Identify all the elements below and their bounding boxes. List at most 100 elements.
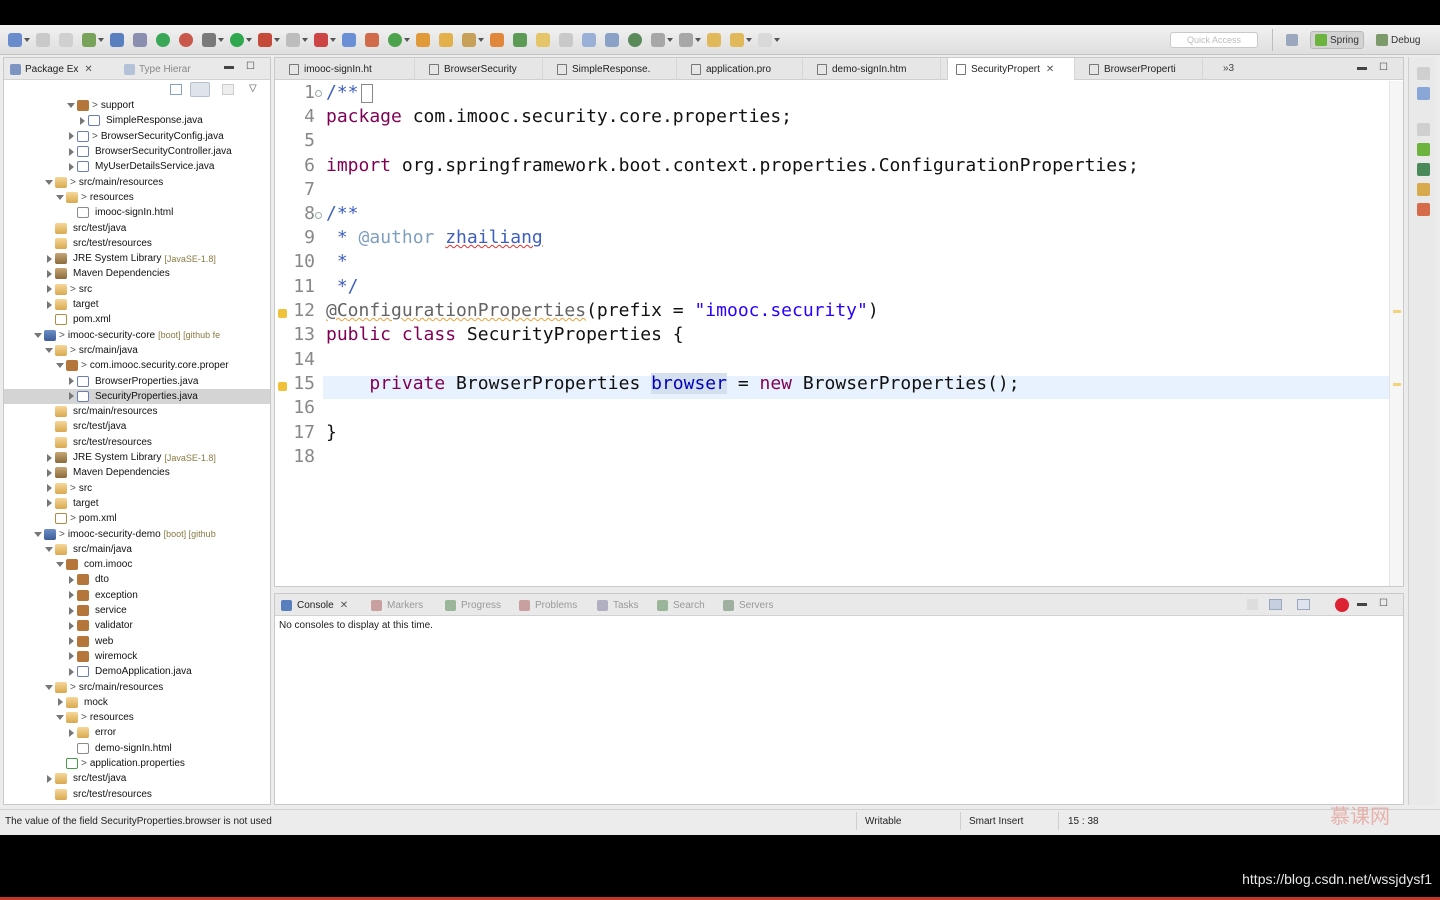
last-edit-icon[interactable] — [730, 33, 744, 47]
tree-item[interactable]: Maven Dependencies — [4, 465, 270, 480]
maximize-icon[interactable]: ☐ — [246, 61, 255, 72]
tree-item[interactable]: src/main/resources — [4, 404, 270, 419]
restore-icon[interactable] — [1417, 67, 1430, 80]
tree-item[interactable]: src/test/resources — [4, 236, 270, 251]
collapsed-arrow-icon[interactable] — [45, 499, 53, 507]
collapsed-arrow-icon[interactable] — [67, 607, 75, 615]
console-maximize-icon[interactable]: ☐ — [1379, 598, 1388, 609]
new-icon[interactable] — [8, 33, 22, 47]
tree-item[interactable]: src/main/java — [4, 542, 270, 557]
expanded-arrow-icon[interactable] — [45, 545, 53, 553]
tree-item[interactable]: > imooc-security-core [boot] [github fe — [4, 328, 270, 343]
editor-tab-overflow[interactable]: »3 — [1223, 63, 1234, 74]
relaunch-icon[interactable] — [179, 33, 193, 47]
console-tab-progress[interactable]: Progress — [445, 594, 501, 616]
fold-icon[interactable] — [315, 212, 322, 219]
refresh-icon[interactable] — [388, 33, 402, 47]
tree-item[interactable]: MyUserDetailsService.java — [4, 159, 270, 174]
collapsed-arrow-icon[interactable] — [56, 698, 64, 706]
tree-item[interactable]: src/test/resources — [4, 787, 270, 802]
collapsed-arrow-icon[interactable] — [67, 652, 75, 660]
expanded-arrow-icon[interactable] — [34, 530, 42, 538]
warning-icon[interactable] — [278, 382, 287, 391]
editor-maximize-icon[interactable]: ☐ — [1379, 62, 1388, 73]
search-icon[interactable] — [439, 33, 453, 47]
tree-item[interactable]: > resources — [4, 190, 270, 205]
close-tab-icon[interactable]: ✕ — [1046, 64, 1054, 75]
collapsed-arrow-icon[interactable] — [67, 668, 75, 676]
block-selection-icon[interactable] — [582, 33, 596, 47]
overview-ruler[interactable] — [1389, 81, 1403, 586]
open-perspective-button[interactable] — [1282, 31, 1305, 49]
expanded-arrow-icon[interactable] — [56, 714, 64, 722]
tree-item[interactable]: error — [4, 725, 270, 740]
warning-marker[interactable] — [1393, 310, 1401, 313]
open-folder-icon[interactable] — [490, 33, 504, 47]
debug-icon[interactable] — [202, 33, 216, 47]
tree-item[interactable]: DemoApplication.java — [4, 664, 270, 679]
collapsed-arrow-icon[interactable] — [45, 301, 53, 309]
minimize-icon[interactable]: ▬ — [224, 61, 234, 72]
progress-icon[interactable] — [1417, 163, 1430, 176]
collapsed-arrow-icon[interactable] — [67, 163, 75, 171]
edit-icon[interactable] — [462, 33, 476, 47]
editor-tab[interactable]: demo-signIn.htm — [809, 58, 941, 80]
tree-item[interactable]: src/test/java — [4, 220, 270, 235]
collapsed-arrow-icon[interactable] — [67, 377, 75, 385]
perspective-debug[interactable]: Debug — [1372, 31, 1424, 49]
tree-item[interactable]: web — [4, 634, 270, 649]
marker-icon[interactable] — [513, 33, 527, 47]
tree-item[interactable]: > BrowserSecurityConfig.java — [4, 129, 270, 144]
new-project-icon[interactable] — [342, 33, 356, 47]
show-whitespace-icon[interactable] — [605, 33, 619, 47]
angular-icon[interactable] — [1335, 598, 1349, 612]
tree-item[interactable]: > src — [4, 282, 270, 297]
console-tab-problems[interactable]: Problems — [519, 594, 577, 616]
back-icon[interactable] — [707, 33, 721, 47]
tree-item[interactable]: JRE System Library [JavaSE-1.8] — [4, 251, 270, 266]
editor-tab[interactable]: imooc-signIn.ht — [281, 58, 415, 80]
open-task-icon[interactable] — [416, 33, 430, 47]
previous-annotation-icon[interactable] — [679, 33, 693, 47]
collapsed-arrow-icon[interactable] — [67, 132, 75, 140]
focus-icon[interactable] — [222, 84, 234, 95]
editor-tab[interactable]: SimpleResponse. — [549, 58, 677, 80]
skip-breakpoints-icon[interactable] — [133, 33, 147, 47]
tree-item[interactable]: Maven Dependencies — [4, 266, 270, 281]
tree-item[interactable]: BrowserProperties.java — [4, 373, 270, 388]
next-annotation-icon[interactable] — [651, 33, 665, 47]
tree-item[interactable]: > imooc-security-demo [boot] [github — [4, 526, 270, 541]
expanded-arrow-icon[interactable] — [45, 683, 53, 691]
fold-icon[interactable] — [315, 90, 322, 97]
tree-item[interactable]: > resources — [4, 710, 270, 725]
tab-package-explorer[interactable]: Package Ex ✕ — [10, 58, 93, 80]
collapsed-arrow-icon[interactable] — [45, 285, 53, 293]
close-icon[interactable]: ✕ — [84, 64, 92, 75]
editor-minimize-icon[interactable]: ▬ — [1357, 62, 1367, 73]
tree-item[interactable]: exception — [4, 588, 270, 603]
editor-tab[interactable]: SecurityPropert ✕ — [947, 58, 1075, 80]
restore-icon[interactable] — [1417, 123, 1430, 136]
tree-item[interactable]: wiremock — [4, 649, 270, 664]
tree-item[interactable]: imooc-signIn.html — [4, 205, 270, 220]
tree-item[interactable]: > src/main/java — [4, 343, 270, 358]
tree-item[interactable]: > application.properties — [4, 756, 270, 771]
collapse-all-icon[interactable] — [170, 84, 182, 95]
console-tab-search[interactable]: Search — [657, 594, 705, 616]
tree-item[interactable]: BrowserSecurityController.java — [4, 144, 270, 159]
pin-console-icon[interactable] — [1247, 599, 1258, 610]
save-icon[interactable] — [36, 33, 50, 47]
console-tab-tasks[interactable]: Tasks — [597, 594, 639, 616]
tree-item[interactable]: SecurityProperties.java — [4, 388, 270, 404]
spring-boot-icon[interactable] — [156, 33, 170, 47]
stop-icon[interactable] — [314, 33, 328, 47]
expanded-arrow-icon[interactable] — [56, 193, 64, 201]
tree-item[interactable]: service — [4, 603, 270, 618]
editor-tab[interactable]: application.pro — [683, 58, 803, 80]
run-icon[interactable] — [230, 33, 244, 47]
tree-item[interactable]: target — [4, 496, 270, 511]
view-menu-icon[interactable]: ▽ — [249, 83, 257, 94]
collapsed-arrow-icon[interactable] — [45, 775, 53, 783]
collapsed-arrow-icon[interactable] — [45, 454, 53, 462]
forward-icon[interactable] — [758, 33, 772, 47]
